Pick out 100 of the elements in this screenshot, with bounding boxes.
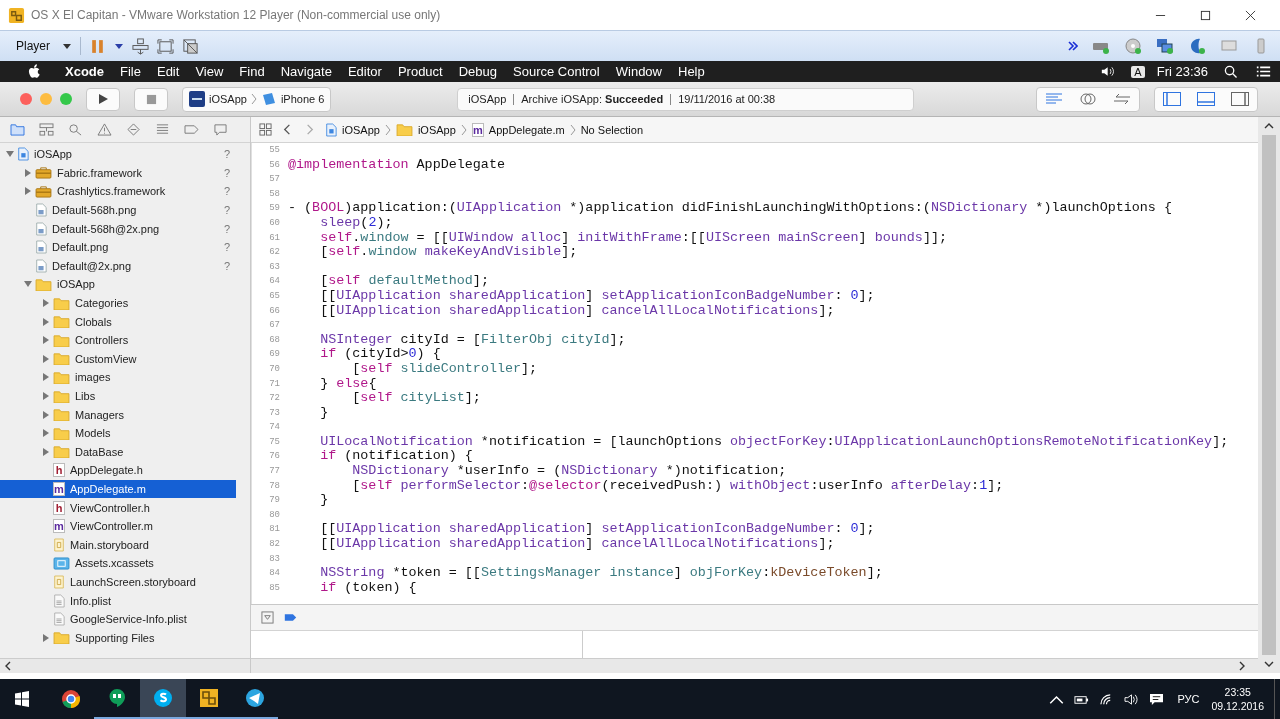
disclosure-triangle-icon[interactable] xyxy=(6,150,14,159)
disclosure-triangle-icon[interactable] xyxy=(42,299,50,308)
fullscreen-icon[interactable] xyxy=(157,37,174,55)
disclosure-triangle-icon[interactable] xyxy=(42,410,50,419)
unity-mode-icon[interactable] xyxy=(182,37,199,55)
file-tree-item[interactable]: GoogleService-Info.plist xyxy=(0,609,236,629)
file-tree-item[interactable]: CustomView xyxy=(0,349,236,369)
network-tree-icon[interactable] xyxy=(132,37,149,55)
sound-device-icon[interactable] xyxy=(1188,37,1206,55)
breakpoint-icon[interactable] xyxy=(284,611,297,624)
menu-item[interactable]: Find xyxy=(231,64,273,79)
file-tree-item[interactable]: LaunchScreen.storyboard xyxy=(0,572,236,592)
file-tree-item[interactable]: Clobals xyxy=(0,312,236,331)
file-tree-item[interactable]: Fabric.framework ? xyxy=(0,163,236,183)
disclosure-triangle-icon[interactable] xyxy=(42,336,50,345)
menu-item[interactable]: Source Control xyxy=(505,64,608,79)
menu-item[interactable]: Edit xyxy=(148,64,188,79)
menu-item[interactable]: Debug xyxy=(450,64,506,79)
dropdown-caret-icon[interactable] xyxy=(114,41,124,51)
input-language-indicator[interactable]: РУС xyxy=(1177,693,1200,705)
file-tree-item[interactable]: Controllers xyxy=(0,330,236,350)
menu-item[interactable]: Window xyxy=(607,64,670,79)
disclosure-triangle-icon[interactable] xyxy=(24,280,32,289)
file-tree-item[interactable]: Libs xyxy=(0,386,236,406)
breadcrumb-item[interactable]: iOSApp xyxy=(342,123,380,136)
scroll-right-icon[interactable] xyxy=(1238,661,1246,671)
file-tree-item[interactable]: Crashlytics.framework ? xyxy=(0,182,236,201)
project-navigator-icon[interactable] xyxy=(10,123,25,136)
scheme-name[interactable]: iOSApp xyxy=(209,93,247,105)
menu-bar-clock[interactable]: Fri 23:36 xyxy=(1156,64,1208,79)
player-menu-button[interactable]: Player xyxy=(12,39,54,53)
horizontal-scrollbar[interactable] xyxy=(0,658,250,673)
disclosure-triangle-icon[interactable] xyxy=(42,373,50,382)
network-device-icon[interactable] xyxy=(1156,37,1174,55)
menu-item[interactable]: Editor xyxy=(339,64,390,79)
file-tree-item[interactable]: Default@2x.png ? xyxy=(0,256,236,276)
file-tree-item[interactable]: Info.plist xyxy=(0,591,236,610)
windows-start-icon[interactable] xyxy=(14,691,30,707)
breadcrumb-item[interactable]: No Selection xyxy=(580,123,644,136)
run-button[interactable] xyxy=(86,87,120,111)
file-tree-item[interactable]: iOSApp ? xyxy=(0,145,236,164)
file-tree-item[interactable]: Default-568h.png ? xyxy=(0,200,236,220)
disclosure-triangle-icon[interactable] xyxy=(24,168,32,177)
file-tree-item[interactable]: Main.storyboard xyxy=(0,535,236,555)
disclosure-triangle-icon[interactable] xyxy=(42,429,50,438)
file-tree-item[interactable]: h AppDelegate.h xyxy=(0,461,236,480)
scroll-up-icon[interactable] xyxy=(1264,122,1274,130)
disclosure-triangle-icon[interactable] xyxy=(42,392,50,400)
file-tree-item[interactable]: DataBase xyxy=(0,442,236,462)
horizontal-scrollbar[interactable] xyxy=(251,658,1258,673)
maximize-icon[interactable] xyxy=(1200,9,1211,21)
apple-logo-icon[interactable] xyxy=(28,64,41,79)
scroll-down-icon[interactable] xyxy=(1264,660,1274,668)
dropdown-caret-icon[interactable] xyxy=(62,41,72,51)
test-navigator-icon[interactable] xyxy=(126,123,141,136)
menu-item[interactable]: Xcode xyxy=(57,64,112,79)
close-icon[interactable] xyxy=(1245,9,1256,21)
device-name[interactable]: iPhone 6 xyxy=(280,93,325,105)
menu-item[interactable]: File xyxy=(112,64,149,79)
file-tree-item[interactable]: m ViewController.m xyxy=(0,516,236,536)
taskbar-clock[interactable]: 23:35 09.12.2016 xyxy=(1211,685,1264,713)
symbol-navigator-icon[interactable] xyxy=(39,123,54,136)
report-navigator-icon[interactable] xyxy=(213,123,228,136)
notification-list-icon[interactable] xyxy=(1256,65,1271,78)
message-icon[interactable] xyxy=(1149,692,1165,706)
menu-item[interactable]: View xyxy=(187,64,232,79)
issue-navigator-icon[interactable] xyxy=(97,123,112,136)
menu-item[interactable]: Product xyxy=(389,64,451,79)
file-tree-item[interactable]: Managers xyxy=(0,405,236,424)
file-tree-item[interactable]: m AppDelegate.m xyxy=(0,479,236,499)
file-tree-item[interactable]: Supporting Files xyxy=(0,628,236,648)
disclosure-triangle-icon[interactable] xyxy=(42,633,50,642)
search-icon[interactable] xyxy=(1223,65,1238,78)
chevron-double-right-icon[interactable] xyxy=(1068,41,1078,51)
vertical-scrollbar[interactable] xyxy=(1258,117,1280,673)
breakpoint-navigator-icon[interactable] xyxy=(184,123,199,136)
debug-navigator-icon[interactable] xyxy=(155,123,170,136)
grid-icon[interactable] xyxy=(259,123,272,136)
menu-item[interactable]: Help xyxy=(670,64,713,79)
input-source-indicator[interactable]: A xyxy=(1131,65,1145,78)
breadcrumb-item[interactable]: AppDelegate.m xyxy=(488,123,565,136)
cd-device-icon[interactable] xyxy=(1124,37,1142,55)
taskbar-app-button[interactable] xyxy=(140,679,186,719)
file-tree-item[interactable]: Default.png ? xyxy=(0,237,236,257)
volume-icon[interactable] xyxy=(1124,692,1140,706)
disclosure-triangle-icon[interactable] xyxy=(42,354,50,363)
scroll-left-icon[interactable] xyxy=(4,661,12,671)
file-tree-item[interactable]: Categories xyxy=(0,293,236,313)
pause-icon[interactable] xyxy=(89,37,106,55)
file-tree-item[interactable]: Default-568h@2x.png ? xyxy=(0,219,236,238)
file-tree-item[interactable]: iOSApp xyxy=(0,275,236,294)
breadcrumb-item[interactable]: iOSApp xyxy=(417,123,456,136)
file-tree-item[interactable]: h ViewController.h xyxy=(0,498,236,517)
file-tree-item[interactable]: Models xyxy=(0,423,236,443)
stop-button[interactable] xyxy=(134,87,168,111)
disclosure-triangle-icon[interactable] xyxy=(42,447,50,456)
close-window-button[interactable] xyxy=(20,93,32,105)
disclosure-triangle-icon[interactable] xyxy=(42,317,50,326)
hide-debug-area-icon[interactable] xyxy=(261,611,274,624)
file-tree-item[interactable]: Assets.xcassets xyxy=(0,554,236,573)
